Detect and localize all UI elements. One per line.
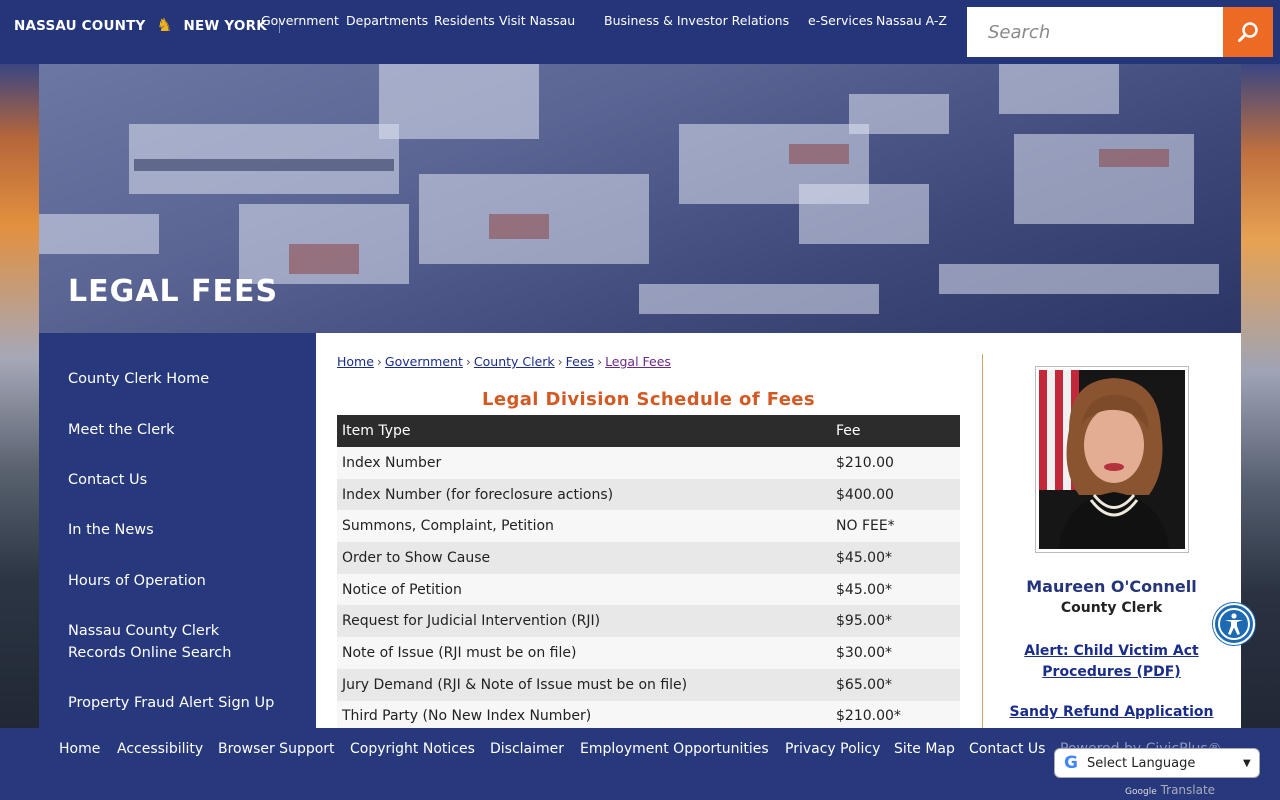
sidebar-item-hours[interactable]: Hours of Operation [68,570,308,592]
item-cell: Index Number [337,447,831,479]
item-cell: Jury Demand (RJI & Note of Issue must be… [337,668,831,701]
breadcrumb-government[interactable]: Government [385,354,463,369]
search-input[interactable] [967,7,1223,57]
clerk-photo [1039,370,1185,549]
fee-cell: $30.00* [831,637,960,669]
sidebar-item-contact-us[interactable]: Contact Us [68,469,308,491]
fee-cell: $45.00* [831,542,960,574]
sidebar-item-in-the-news[interactable]: In the News [68,519,308,541]
breadcrumb-home[interactable]: Home [337,354,374,369]
background-scene-right [1241,64,1280,800]
clerk-role: County Clerk [1060,600,1163,616]
nav-departments[interactable]: Departments [346,13,428,28]
table-row: Request for Judicial Intervention (RJI) $… [337,605,960,638]
translate-word: Translate [1160,783,1216,797]
nav-nassau-az[interactable]: Nassau A-Z [876,13,947,28]
column-header-item-type: Item Type [337,415,831,447]
item-cell: Note of Issue (RJI must be on file) [337,637,831,669]
table-row: Index Number $210.00 [337,447,960,479]
site-header: NASSAU COUNTY ♞ NEW YORK Government Depa… [0,0,1280,64]
clerk-photo-frame [1035,366,1189,553]
breadcrumb-fees[interactable]: Fees [566,354,594,369]
item-cell: Request for Judicial Intervention (RJI) [337,605,831,638]
footer-link-site-map[interactable]: Site Map [894,741,955,757]
fee-cell: $400.00 [831,478,960,511]
language-select[interactable]: G Select Language ▼ [1054,748,1260,778]
google-translate-attribution: Google Translate [1125,783,1215,797]
language-select-label: Select Language [1087,755,1196,771]
fees-table-title: Legal Division Schedule of Fees [481,389,816,410]
fee-cell: $95.00* [831,605,960,638]
table-row: Order to Show Cause $45.00* [337,542,960,574]
footer-link-browser-support[interactable]: Browser Support [218,741,335,757]
search-button[interactable] [1223,7,1273,57]
footer-link-privacy[interactable]: Privacy Policy [785,741,880,757]
item-cell: Notice of Petition [337,573,831,606]
table-row: Index Number (for foreclosure actions) $4… [337,478,960,511]
breadcrumb: Home › Government › County Clerk › Fees › Legal … [337,354,671,369]
item-cell: Index Number (for foreclosure actions) [337,478,831,511]
nav-visit-nassau[interactable]: Visit Nassau [499,13,575,28]
breadcrumb-legal-fees[interactable]: Legal Fees [605,354,671,369]
accessibility-icon [1218,608,1250,640]
search-icon [1238,22,1258,42]
page-title: LEGAL FEES [68,274,279,309]
sidebar-item-meet-the-clerk[interactable]: Meet the Clerk [68,419,308,441]
google-wordmark: Google [1125,787,1157,797]
item-cell: Summons, Complaint, Petition [337,510,831,543]
footer-link-accessibility[interactable]: Accessibility [117,741,203,757]
table-row: Notice of Petition $45.00* [337,573,960,606]
sidebar-nav: County Clerk Home Meet the Clerk Contact… [39,333,316,728]
table-row: Jury Demand (RJI & Note of Issue must be… [337,668,960,701]
fee-cell: $210.00 [831,447,960,479]
clerk-name: Maureen O'Connell [1026,577,1197,596]
sidebar-item-records-search[interactable]: Nassau County Clerk Records Online Searc… [68,620,248,664]
nav-business[interactable]: Business & Investor Relations [604,13,789,28]
table-row: Summons, Complaint, Petition NO FEE* [337,510,960,543]
item-cell: Order to Show Cause [337,542,831,574]
sandy-refund-link[interactable]: Sandy Refund Application [982,704,1241,720]
fee-cell: $210.00* [831,700,960,728]
footer-link-contact-us[interactable]: Contact Us [969,741,1045,757]
main-content: Home › Government › County Clerk › Fees › Legal … [316,333,1241,728]
fee-cell: $45.00* [831,573,960,606]
footer-link-home[interactable]: Home [59,741,100,757]
nav-government[interactable]: Government [261,13,339,28]
sidebar-item-county-clerk-home[interactable]: County Clerk Home [68,368,308,390]
accessibility-widget-button[interactable] [1213,603,1255,645]
search-container [967,7,1223,57]
nav-eservices[interactable]: e-Services [808,13,873,28]
hero-banner: LEGAL FEES [39,64,1241,333]
fee-cell: $65.00* [831,668,960,701]
table-row: Third Party (No New Index Number) $210.00… [337,700,960,728]
google-g-icon: G [1064,753,1078,773]
table-row: Note of Issue (RJI must be on file) $30.0… [337,637,960,669]
nav-residents[interactable]: Residents [434,13,495,28]
lion-crest-icon: ♞ [156,15,173,36]
sidebar-item-property-fraud[interactable]: Property Fraud Alert Sign Up [68,692,308,714]
breadcrumb-county-clerk[interactable]: County Clerk [474,354,555,369]
chevron-down-icon: ▼ [1243,757,1251,769]
fees-table: Item Type Fee Index Number $210.00 Index … [337,415,960,728]
fee-cell: NO FEE* [831,510,960,543]
logo-text-left: NASSAU COUNTY [14,18,146,34]
footer-link-disclaimer[interactable]: Disclaimer [490,741,564,757]
child-victim-act-link[interactable]: Alert: Child Victim Act Procedures (PDF) [982,641,1241,683]
column-header-fee: Fee [831,415,960,447]
logo-text-right: NEW YORK [183,18,267,34]
footer-link-employment[interactable]: Employment Opportunities [580,741,769,757]
item-cell: Third Party (No New Index Number) [337,700,831,728]
background-scene-left [0,64,40,800]
site-logo[interactable]: NASSAU COUNTY ♞ NEW YORK [14,14,280,38]
footer-link-copyright[interactable]: Copyright Notices [350,741,475,757]
